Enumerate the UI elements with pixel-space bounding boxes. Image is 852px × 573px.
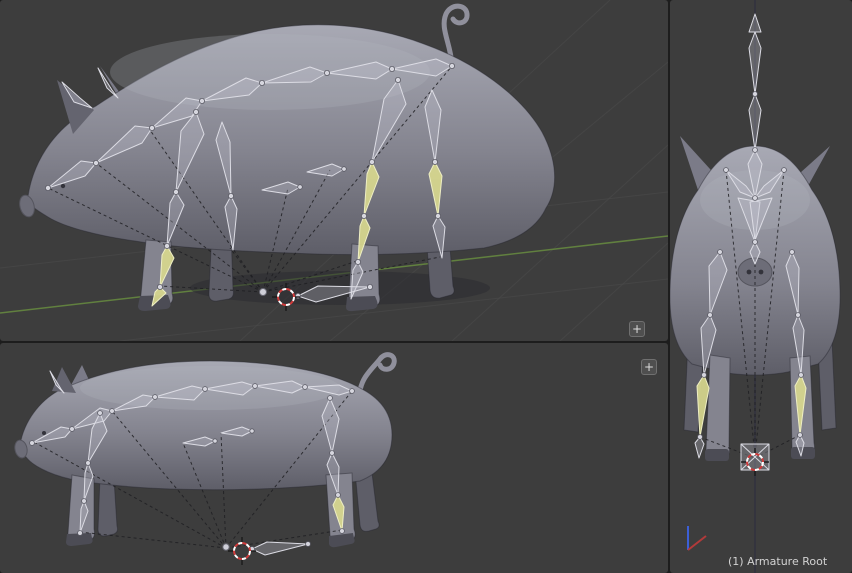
armature-root-point bbox=[259, 288, 267, 296]
viewport-perspective[interactable] bbox=[0, 0, 668, 341]
pig-mesh[interactable] bbox=[17, 3, 556, 312]
blender-multi-viewport: (1) Armature Root + + bbox=[0, 0, 852, 573]
side-scene bbox=[14, 352, 397, 565]
front-scene bbox=[670, 0, 841, 573]
root-bone[interactable] bbox=[740, 443, 770, 471]
3d-cursor bbox=[228, 537, 256, 565]
viewport-front[interactable]: (1) Armature Root bbox=[670, 0, 852, 573]
orientation-gizmo bbox=[687, 526, 707, 551]
active-object-label: (1) Armature Root bbox=[728, 555, 828, 568]
perspective-scene bbox=[0, 0, 668, 341]
viewport-side[interactable] bbox=[0, 343, 668, 573]
armature-root-point bbox=[222, 543, 230, 551]
root-bone[interactable] bbox=[251, 541, 309, 556]
expand-region-button-top[interactable]: + bbox=[629, 321, 645, 337]
expand-region-button-bottom[interactable]: + bbox=[641, 359, 657, 375]
